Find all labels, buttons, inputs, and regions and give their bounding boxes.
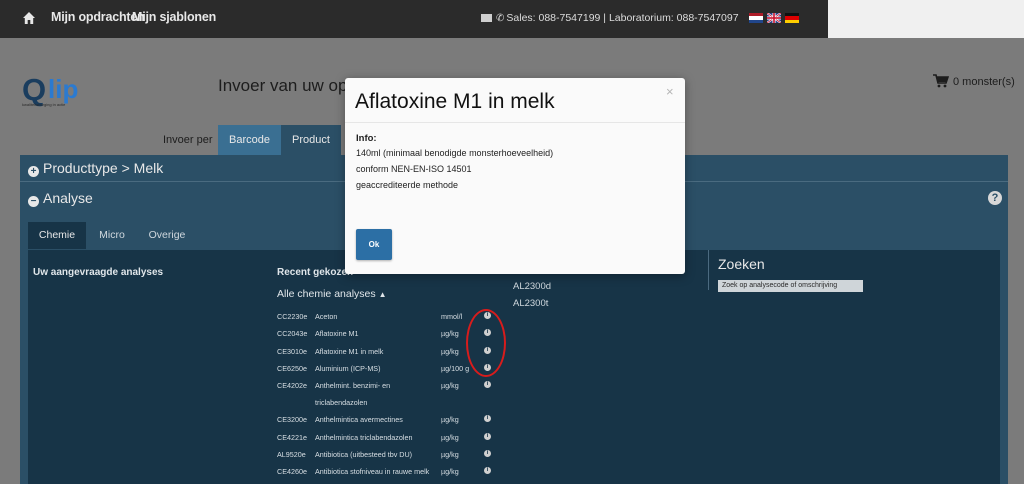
search-input[interactable]: Zoek op analysecode of omschrijving (718, 280, 863, 292)
analysis-row[interactable]: CE4221e Anthelmintica triclabendazolen µg/… (277, 433, 491, 442)
info-icon[interactable]: i (484, 381, 491, 388)
zoeken-heading: Zoeken (718, 256, 765, 272)
recent-heading: Recent gekozen (277, 267, 354, 278)
analysis-row[interactable]: CE6250e Aluminium (ICP-MS) µg/100 gi (277, 364, 491, 373)
info-icon[interactable]: i (484, 415, 491, 422)
invoer-per-label: Invoer per (163, 134, 213, 146)
qlip-logo[interactable]: Q lip kwaliteitsborging in actie (22, 72, 92, 108)
contact-info: ✆ Sales: 088-7547199 | Laboratorium: 088-… (481, 12, 739, 24)
analysis-unit: µg/100 g (441, 364, 470, 373)
analysis-unit: µg/kg (441, 433, 459, 442)
tab-micro[interactable]: Micro (86, 222, 138, 249)
nav-mijn-sjablonen[interactable]: Mijn sjablonen (132, 10, 216, 24)
cart-link[interactable]: 0 monster(s) (933, 74, 1015, 88)
minus-circle-icon: − (28, 196, 39, 207)
ok-button[interactable]: Ok (356, 229, 392, 260)
tab-overige[interactable]: Overige (138, 222, 196, 249)
analysis-code: CE3200e (277, 415, 307, 424)
topbar-right-area (828, 0, 1024, 38)
nav-mijn-opdrachten[interactable]: Mijn opdrachten (51, 10, 145, 24)
analysis-row[interactable]: CE3200e Anthelmintica avermectines µg/kg i (277, 415, 491, 424)
analysis-code: CC2043e (277, 329, 308, 338)
analysis-code: CC2230e (277, 312, 308, 321)
flag-de-icon[interactable] (785, 13, 799, 23)
all-chemie-toggle[interactable]: Alle chemie analyses ▲ (277, 288, 386, 300)
analysis-row[interactable]: CC2043e Aflatoxine M1 µg/kg i (277, 329, 491, 338)
close-icon[interactable]: × (666, 84, 674, 99)
analysis-row[interactable]: AL9520e Antibiotica (uitbesteed tbv DU) µg… (277, 450, 491, 459)
analysis-unit: µg/kg (441, 450, 459, 459)
highlight-annotation (466, 309, 506, 377)
flag-nl-icon[interactable] (749, 13, 763, 23)
analysis-code: CE4260e (277, 467, 307, 476)
tab-chemie[interactable]: Chemie (28, 222, 86, 249)
analysis-row[interactable]: CE4260e Antibiotica stofniveau in rauwe m… (277, 467, 491, 476)
cart-icon (933, 74, 949, 88)
flag-uk-icon[interactable] (767, 13, 781, 23)
help-icon[interactable]: ? (988, 191, 1002, 205)
info-icon[interactable]: i (484, 467, 491, 474)
analysis-unit: µg/kg (441, 415, 459, 424)
tab-barcode[interactable]: Barcode (218, 125, 281, 155)
home-icon[interactable] (22, 11, 36, 25)
analysis-code: CE4202e (277, 381, 307, 390)
analysis-unit: µg/kg (441, 467, 459, 476)
tab-product[interactable]: Product (281, 125, 341, 155)
analysis-unit: µg/kg (441, 381, 459, 390)
divider (345, 122, 685, 123)
analysis-row[interactable]: CE3010e Aflatoxine M1 in melk µg/kg i (277, 347, 491, 356)
al-code[interactable]: AL2300t (513, 298, 548, 309)
divider (708, 250, 709, 290)
analysis-unit: mmol/l (441, 312, 463, 321)
info-icon[interactable]: i (484, 450, 491, 457)
analysis-row[interactable]: CC2230e Aceton mmol/l i (277, 312, 491, 321)
analysis-unit: µg/kg (441, 329, 459, 338)
chemie-content: Uw aangevraagde analyses Recent gekozen … (28, 250, 1000, 484)
analysis-row[interactable]: CE4202e Anthelmint. benzimi- en µg/kg i (277, 381, 491, 390)
analysis-row[interactable]: triclabendazolen (277, 398, 465, 407)
requested-analyses-heading: Uw aangevraagde analyses (33, 267, 164, 278)
al-code[interactable]: AL2300d (513, 281, 551, 292)
analysis-code: CE4221e (277, 433, 307, 442)
plus-circle-icon: + (28, 166, 39, 177)
analysis-code: AL9520e (277, 450, 306, 459)
chevron-up-icon: ▲ (378, 290, 387, 299)
phone-icon: ✆ (496, 13, 505, 24)
analysis-unit: µg/kg (441, 347, 459, 356)
analysis-code: CE3010e (277, 347, 307, 356)
mail-icon (481, 14, 492, 22)
top-navbar: Mijn opdrachten Mijn sjablonen ✆ Sales: 0… (0, 0, 828, 38)
info-icon[interactable]: i (484, 433, 491, 440)
info-line: geaccrediteerde methode (356, 180, 459, 190)
analysis-code: CE6250e (277, 364, 307, 373)
modal-title: Aflatoxine M1 in melk (355, 90, 555, 113)
analysis-name: triclabendazolen (315, 398, 368, 407)
info-line: conform NEN-EN-ISO 14501 (356, 164, 472, 174)
info-heading: Info: (356, 133, 377, 144)
info-line: 140ml (minimaal benodigde monsterhoeveel… (356, 148, 554, 158)
info-modal: Aflatoxine M1 in melk × Info: 140ml (min… (345, 78, 685, 274)
